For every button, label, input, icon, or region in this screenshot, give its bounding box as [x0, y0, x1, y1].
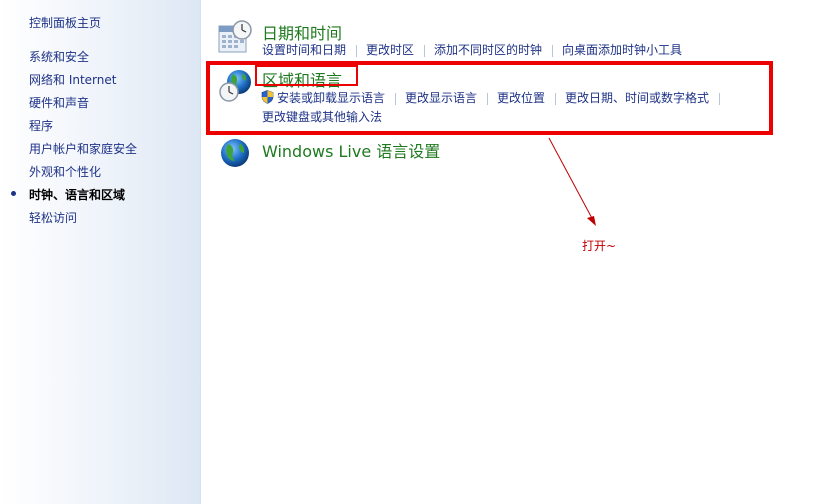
sidebar-item-appearance[interactable]: 外观和个性化 [29, 163, 101, 180]
sidebar-item-network-internet[interactable]: 网络和 Internet [29, 71, 116, 88]
sidebar-item-hardware-sound[interactable]: 硬件和声音 [29, 94, 89, 111]
sidebar-item-system-security[interactable]: 系统和安全 [29, 48, 89, 65]
sidebar-item-programs[interactable]: 程序 [29, 117, 53, 134]
sidebar-item-user-accounts[interactable]: 用户帐户和家庭安全 [29, 140, 137, 157]
sidebar: 控制面板主页 系统和安全 网络和 Internet 硬件和声音 程序 用户帐户和… [0, 0, 201, 504]
active-bullet-icon [11, 191, 16, 196]
sidebar-home-link[interactable]: 控制面板主页 [29, 14, 101, 31]
sidebar-item-clock-language-region[interactable]: 时钟、语言和区域 [29, 186, 125, 203]
annotation-text: 打开~ [582, 239, 617, 253]
sidebar-item-ease-of-access[interactable]: 轻松访问 [29, 209, 77, 226]
annotation-arrow-icon [548, 137, 596, 226]
main-content: 日期和时间 设置时间和日期 更改时区 添加不同时区的时钟 向桌面添加时钟小工具 区域和… [201, 0, 837, 504]
